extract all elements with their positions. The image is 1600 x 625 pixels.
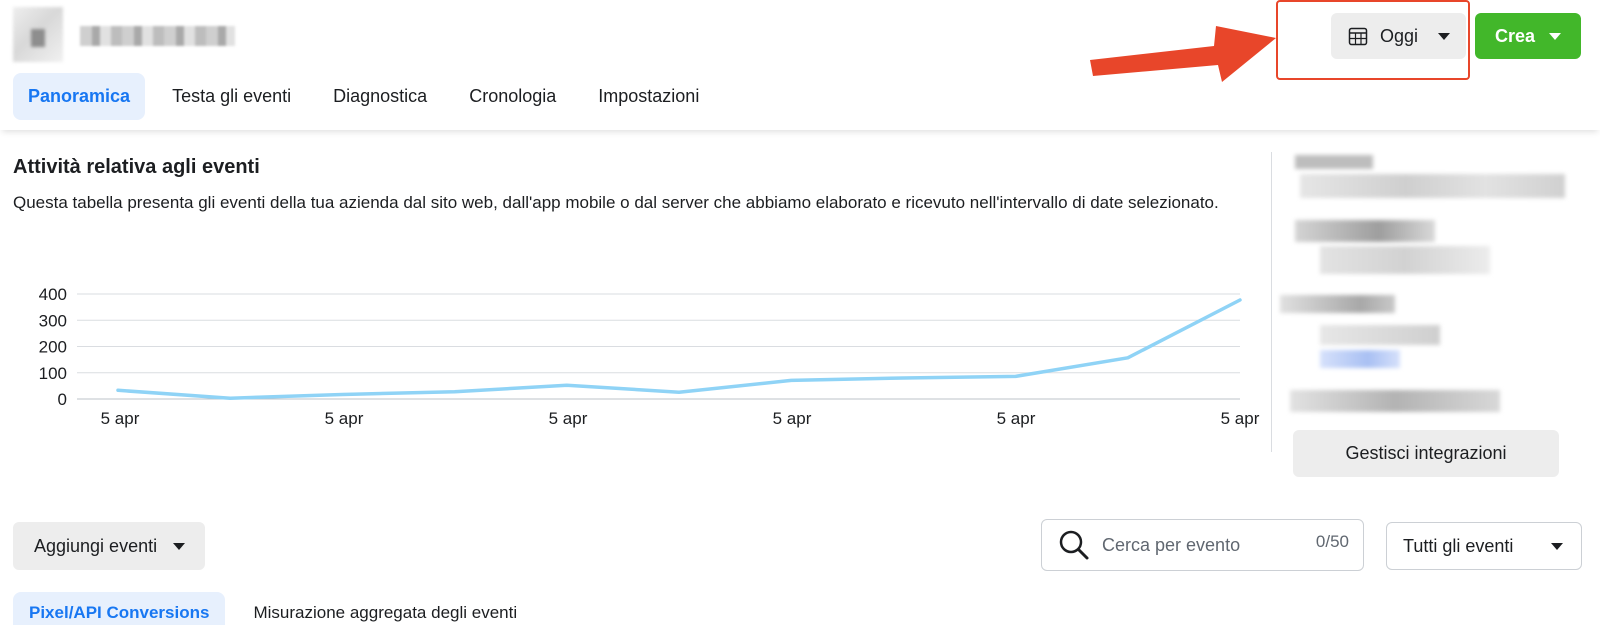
event-filter-select[interactable]: Tutti gli eventi (1386, 522, 1582, 570)
account-name-redacted (80, 26, 235, 46)
chevron-down-icon (1549, 32, 1562, 40)
date-range-label: Oggi (1380, 25, 1419, 46)
calendar-icon (1348, 27, 1368, 46)
tab-pixel-api-conversions[interactable]: Pixel/API Conversions (13, 592, 226, 625)
header: Panoramica Testa gli eventi Diagnostica … (0, 0, 1600, 130)
y-tick-label: 200 (39, 338, 67, 357)
add-events-label: Aggiungi eventi (34, 535, 158, 556)
y-tick-label: 400 (39, 285, 67, 304)
redacted-text (1280, 295, 1395, 313)
redacted-text (1295, 155, 1373, 169)
events-manager-page: Panoramica Testa gli eventi Diagnostica … (0, 0, 1600, 625)
tab-testa-gli-eventi[interactable]: Testa gli eventi (157, 73, 306, 120)
chevron-down-icon (1551, 542, 1563, 550)
x-tick-label: 5 apr (1221, 409, 1260, 428)
x-tick-label: 5 apr (325, 409, 364, 428)
redacted-text (1320, 246, 1490, 274)
redacted-text (1295, 220, 1435, 242)
search-char-count: 0/50 (1315, 532, 1349, 551)
y-tick-label: 300 (39, 311, 67, 330)
y-tick-label: 100 (39, 364, 67, 383)
vertical-divider (1271, 152, 1272, 452)
create-label: Crea (1495, 25, 1536, 46)
annotation-arrow-icon (1090, 26, 1276, 82)
search-icon (1059, 530, 1089, 560)
main-tabs: Panoramica Testa gli eventi Diagnostica … (13, 73, 726, 120)
x-tick-label: 5 apr (773, 409, 812, 428)
section-title: Attività relativa agli eventi (13, 156, 260, 178)
redacted-text (1300, 174, 1565, 198)
tab-cronologia[interactable]: Cronologia (454, 73, 571, 120)
create-button[interactable]: Crea (1475, 13, 1581, 59)
redacted-link (1320, 350, 1400, 368)
series-line (116, 298, 1242, 400)
avatar[interactable] (13, 7, 63, 62)
event-activity-chart: 0 100 200 300 400 5 apr 5 apr 5 apr 5 apr 5 apr 5 … (39, 285, 1260, 428)
tab-panoramica[interactable]: Panoramica (13, 73, 146, 120)
event-filter-label: Tutti gli eventi (1403, 535, 1514, 556)
event-search-box[interactable]: 0/50 (1041, 519, 1364, 571)
search-input[interactable] (1102, 534, 1312, 556)
x-tick-label: 5 apr (101, 409, 140, 428)
sub-tabs: Pixel/API Conversions Misurazione aggreg… (13, 592, 545, 625)
tab-misurazione-aggregata[interactable]: Misurazione aggregata degli eventi (237, 592, 533, 625)
x-tick-label: 5 apr (549, 409, 588, 428)
manage-integrations-button[interactable]: Gestisci integrazioni (1293, 430, 1559, 477)
tab-impostazioni[interactable]: Impostazioni (583, 73, 714, 120)
section-description: Questa tabella presenta gli eventi della… (13, 193, 1219, 212)
x-tick-label: 5 apr (997, 409, 1036, 428)
y-tick-label: 0 (58, 390, 67, 409)
redacted-text (1290, 390, 1500, 412)
chevron-down-icon (173, 542, 186, 550)
add-events-button[interactable]: Aggiungi eventi (13, 522, 205, 570)
tab-diagnostica[interactable]: Diagnostica (318, 73, 442, 120)
chevron-down-icon (1438, 32, 1450, 40)
redacted-text (1320, 325, 1440, 345)
date-range-button[interactable]: Oggi (1331, 13, 1466, 59)
